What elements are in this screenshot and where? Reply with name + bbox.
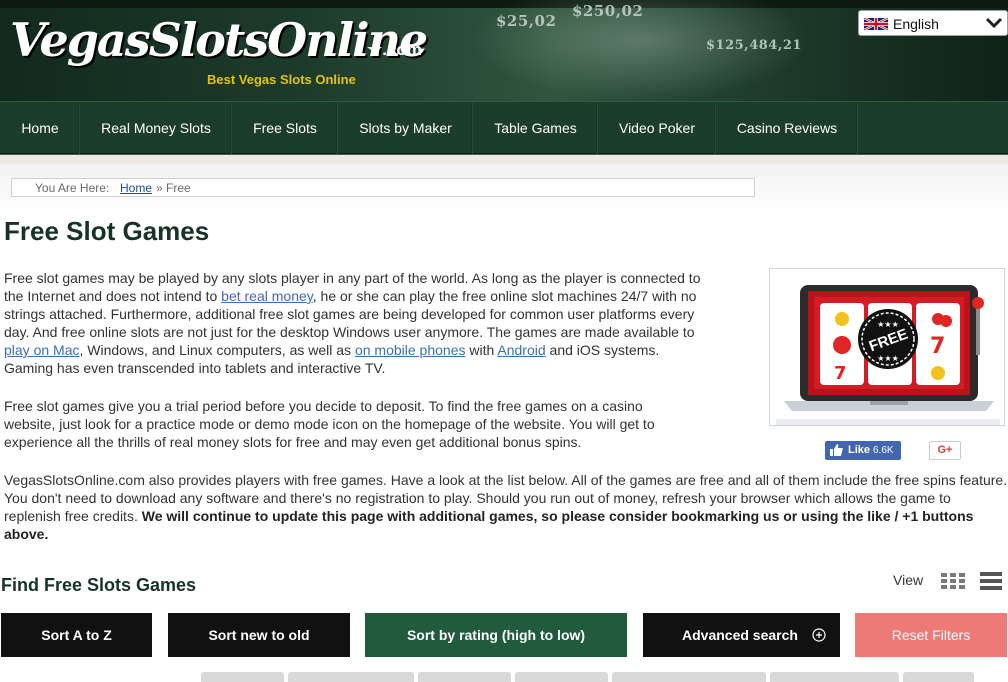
logo-tagline: Best Vegas Slots Online (207, 72, 356, 87)
free-slots-illustration: 7 7 FREE ★★★ ★★★ (769, 268, 1005, 426)
site-logo[interactable]: VegasSlotsOnline ★.com Best Vegas Slots … (10, 13, 428, 87)
nav-item-label: Free Slots (253, 120, 317, 136)
logo-text: VegasSlotsOnline (10, 13, 428, 67)
reset-filters-button[interactable]: Reset Filters (855, 613, 1007, 657)
breadcrumb-home-link[interactable]: Home (120, 181, 152, 195)
language-label: English (893, 16, 939, 32)
nav-item-label: Home (21, 120, 59, 136)
banner-decor-amount: $125,484,21 (706, 38, 802, 53)
svg-text:7: 7 (930, 334, 945, 359)
trial-paragraph: Free slot games give you a trial period … (4, 398, 655, 450)
nav-item-home[interactable]: Home (0, 102, 80, 154)
language-selector[interactable]: English (858, 10, 1008, 36)
nav-item-table-games[interactable]: Table Games (473, 102, 598, 154)
android-link[interactable]: Android (497, 342, 545, 358)
mobile-phones-link[interactable]: on mobile phones (355, 342, 466, 358)
breadcrumb-current: » Free (156, 181, 191, 195)
nav-item-label: Video Poker (618, 120, 695, 136)
sort-by-rating-button[interactable]: Sort by rating (high to low) (365, 613, 627, 657)
play-on-mac-link[interactable]: play on Mac (4, 342, 79, 358)
banner-decor-amount: $250,02 (572, 2, 644, 20)
paragraph-text: with (465, 342, 498, 358)
laptop-slot-image: 7 7 FREE ★★★ ★★★ (776, 285, 1000, 425)
breadcrumb-prefix: You Are Here: (35, 181, 110, 195)
facebook-like-count: 6.6K (873, 445, 894, 456)
sort-new-to-old-button[interactable]: Sort new to old (168, 613, 350, 657)
bet-real-money-link[interactable]: bet real money (221, 288, 313, 304)
facebook-like-label: Like (848, 444, 871, 456)
intro-paragraph: Free slot games may be played by any slo… (4, 269, 704, 377)
banner-decor-amount: $25,02 (496, 12, 557, 30)
google-plus-button[interactable]: G+ (929, 441, 961, 460)
nav-item-slots-by-maker[interactable]: Slots by Maker (338, 102, 473, 154)
chevron-down-icon (985, 17, 1003, 29)
nav-item-label: Real Money Slots (101, 120, 211, 136)
facebook-like-button[interactable]: Like 6.6K (825, 441, 901, 460)
paragraph-bold-text: We will continue to update this page wit… (4, 508, 974, 542)
main-nav: Home Real Money Slots Free Slots Slots b… (0, 101, 1008, 154)
site-games-paragraph: VegasSlotsOnline.com also provides playe… (4, 471, 1008, 543)
grid-view-icon[interactable] (941, 573, 965, 589)
nav-item-video-poker[interactable]: Video Poker (598, 102, 716, 154)
nav-item-real-money-slots[interactable]: Real Money Slots (80, 102, 232, 154)
nav-item-label: Table Games (494, 120, 577, 136)
nav-item-casino-reviews[interactable]: Casino Reviews (716, 102, 858, 154)
view-label: View (893, 572, 924, 588)
list-view-icon[interactable] (980, 572, 1002, 590)
logo-suffix: ★.com (367, 40, 422, 59)
svg-text:★★★: ★★★ (877, 320, 899, 329)
page-title: Free Slot Games (4, 216, 210, 246)
find-games-title: Find Free Slots Games (1, 575, 197, 595)
svg-text:★★★: ★★★ (877, 354, 899, 363)
breadcrumb: You Are Here: Home » Free (11, 178, 755, 197)
svg-text:7: 7 (834, 363, 847, 384)
advanced-search-button[interactable]: Advanced search (643, 613, 840, 657)
sort-a-to-z-button[interactable]: Sort A to Z (1, 613, 152, 657)
advanced-search-label: Advanced search (682, 627, 798, 643)
plus-circle-icon (812, 628, 826, 642)
nav-item-label: Casino Reviews (736, 120, 838, 136)
header-banner: $25,02 $250,02 $125,484,21 VegasSlotsOnl… (0, 0, 1008, 101)
paragraph-text: , Windows, and Linux computers, as well … (79, 342, 355, 358)
thumbs-up-icon (830, 444, 843, 456)
nav-item-free-slots[interactable]: Free Slots (232, 102, 338, 154)
nav-item-label: Slots by Maker (359, 120, 452, 136)
uk-flag-icon (864, 17, 888, 31)
subnav-strip (0, 154, 1008, 164)
